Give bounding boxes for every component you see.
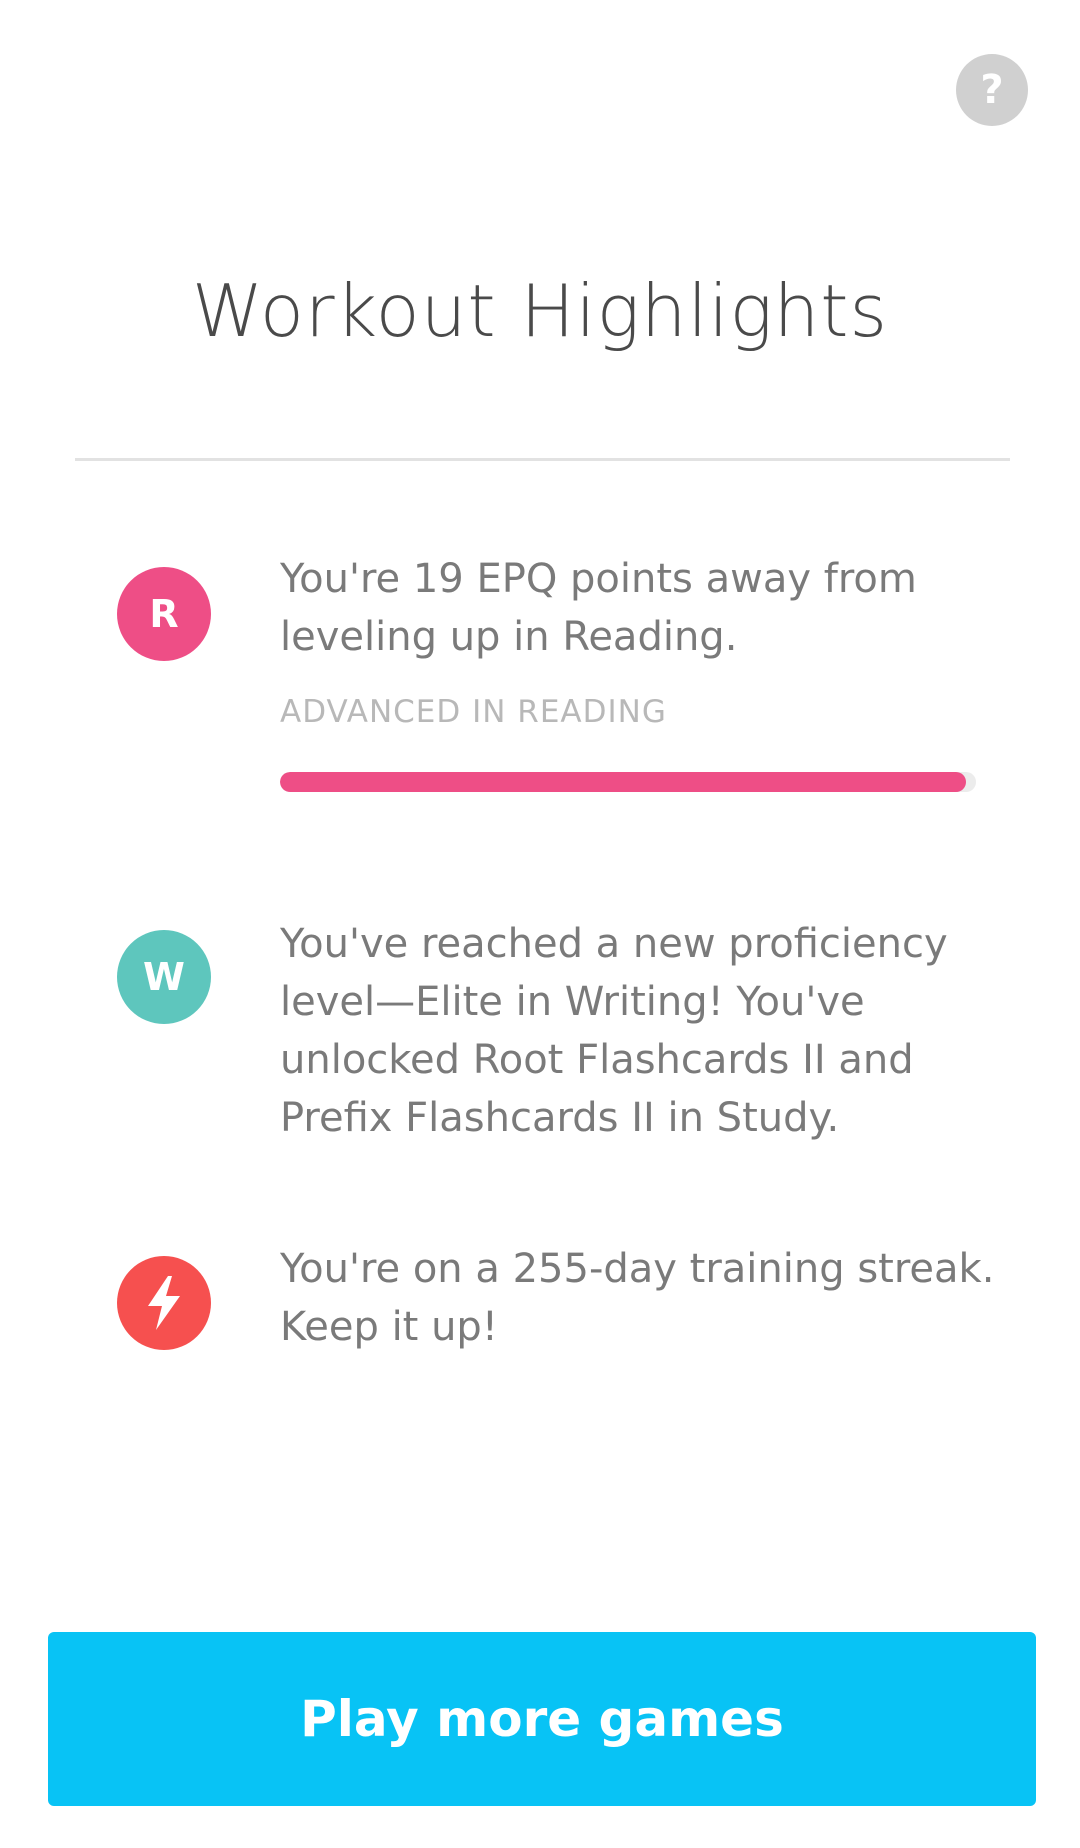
help-button[interactable]: ? <box>956 54 1028 126</box>
play-more-games-label: Play more games <box>300 1690 784 1748</box>
reading-badge-letter: R <box>149 592 179 636</box>
progress-bar-fill <box>280 772 966 792</box>
writing-badge: W <box>117 930 211 1024</box>
page-title: Workout Highlights <box>191 269 889 353</box>
question-mark-icon: ? <box>980 67 1004 113</box>
play-more-games-button[interactable]: Play more games <box>48 1632 1036 1806</box>
reading-badge: R <box>117 567 211 661</box>
writing-message: You've reached a new proficiency level—E… <box>280 921 948 1141</box>
reading-message: You're 19 EPQ points away from leveling … <box>280 556 917 660</box>
streak-badge <box>117 1256 211 1350</box>
streak-message: You're on a 255-day training streak. Kee… <box>280 1246 995 1350</box>
progress-bar <box>280 772 976 792</box>
writing-badge-letter: W <box>143 955 185 999</box>
divider <box>75 458 1010 461</box>
lightning-bolt-icon <box>148 1276 180 1330</box>
progress-label: ADVANCED IN READING <box>280 694 667 730</box>
